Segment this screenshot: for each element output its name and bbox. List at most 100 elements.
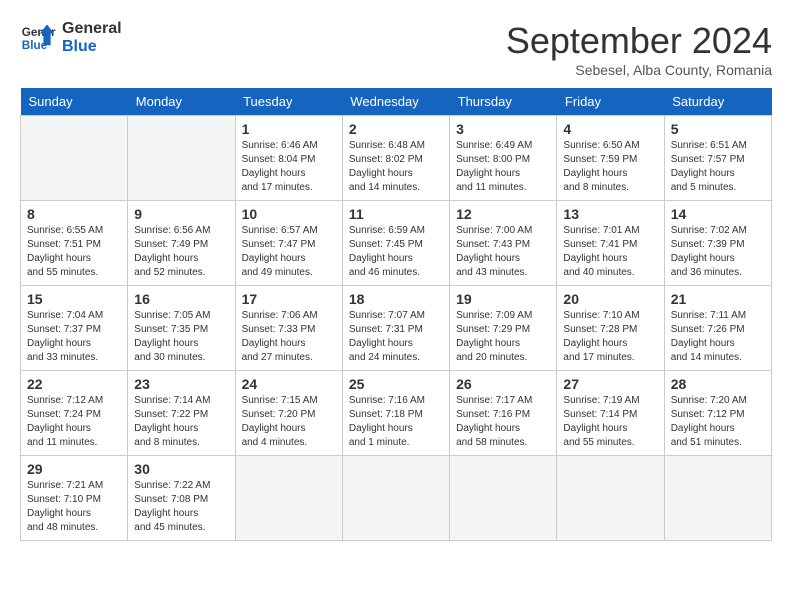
calendar-cell: 29Sunrise: 7:21 AMSunset: 7:10 PMDayligh… [21, 456, 128, 541]
day-number: 18 [349, 291, 443, 307]
day-info: Sunrise: 7:01 AMSunset: 7:41 PMDaylight … [563, 224, 657, 280]
calendar-cell: 1 Sunrise: 6:46 AMSunset: 8:04 PMDaylight… [235, 116, 342, 201]
page-header: General Blue General Blue September 2024… [20, 20, 772, 78]
weekday-header-thursday: Thursday [450, 88, 557, 116]
day-info: Sunrise: 7:16 AMSunset: 7:18 PMDaylight … [349, 394, 443, 450]
logo-icon: General Blue [20, 20, 56, 56]
calendar-week-2: 8Sunrise: 6:55 AMSunset: 7:51 PMDaylight… [21, 201, 772, 286]
day-info: Sunrise: 7:12 AMSunset: 7:24 PMDaylight … [27, 394, 121, 450]
calendar-cell: 24 Sunrise: 7:15 AMSunset: 7:20 PMDayligh… [235, 371, 342, 456]
day-number: 12 [456, 206, 550, 222]
day-number: 20 [563, 291, 657, 307]
calendar-cell: 30 Sunrise: 7:22 AMSunset: 7:08 PMDayligh… [128, 456, 235, 541]
day-info: Sunrise: 6:50 AMSunset: 7:59 PMDaylight … [563, 139, 657, 195]
calendar-week-4: 22 Sunrise: 7:12 AMSunset: 7:24 PMDayligh… [21, 371, 772, 456]
day-number: 9 [134, 206, 228, 222]
calendar-week-3: 15 Sunrise: 7:04 AMSunset: 7:37 PMDayligh… [21, 286, 772, 371]
calendar-title: September 2024 [506, 20, 772, 62]
day-info: Sunrise: 7:20 AMSunset: 7:12 PMDaylight … [671, 394, 765, 450]
day-info: Sunrise: 7:14 AMSunset: 7:22 PMDaylight … [134, 394, 228, 450]
day-number: 30 [134, 461, 228, 477]
calendar-cell [342, 456, 449, 541]
calendar-header: SundayMondayTuesdayWednesdayThursdayFrid… [21, 88, 772, 116]
logo-text-blue: Blue [62, 38, 122, 56]
day-info: Sunrise: 6:59 AMSunset: 7:45 PMDaylight … [349, 224, 443, 280]
day-number: 5 [671, 121, 765, 137]
day-info: Sunrise: 7:19 AMSunset: 7:14 PMDaylight … [563, 394, 657, 450]
day-number: 1 [242, 121, 336, 137]
logo: General Blue General Blue [20, 20, 122, 56]
calendar-cell: 28 Sunrise: 7:20 AMSunset: 7:12 PMDayligh… [664, 371, 771, 456]
weekday-header-wednesday: Wednesday [342, 88, 449, 116]
calendar-subtitle: Sebesel, Alba County, Romania [506, 62, 772, 78]
calendar-cell: 18 Sunrise: 7:07 AMSunset: 7:31 PMDayligh… [342, 286, 449, 371]
weekday-header-tuesday: Tuesday [235, 88, 342, 116]
calendar-cell: 21 Sunrise: 7:11 AMSunset: 7:26 PMDayligh… [664, 286, 771, 371]
calendar-cell: 9 Sunrise: 6:56 AMSunset: 7:49 PMDaylight… [128, 201, 235, 286]
calendar-cell [557, 456, 664, 541]
day-info: Sunrise: 6:55 AMSunset: 7:51 PMDaylight … [27, 224, 121, 280]
day-info: Sunrise: 7:11 AMSunset: 7:26 PMDaylight … [671, 309, 765, 365]
calendar-cell: 22 Sunrise: 7:12 AMSunset: 7:24 PMDayligh… [21, 371, 128, 456]
calendar-cell [664, 456, 771, 541]
calendar-cell: 16 Sunrise: 7:05 AMSunset: 7:35 PMDayligh… [128, 286, 235, 371]
day-info: Sunrise: 6:57 AMSunset: 7:47 PMDaylight … [242, 224, 336, 280]
calendar-cell [235, 456, 342, 541]
day-info: Sunrise: 7:17 AMSunset: 7:16 PMDaylight … [456, 394, 550, 450]
day-number: 21 [671, 291, 765, 307]
day-number: 24 [242, 376, 336, 392]
calendar-cell [21, 116, 128, 201]
day-number: 25 [349, 376, 443, 392]
calendar-cell: 17Sunrise: 7:06 AMSunset: 7:33 PMDayligh… [235, 286, 342, 371]
calendar-cell: 25 Sunrise: 7:16 AMSunset: 7:18 PMDayligh… [342, 371, 449, 456]
calendar-cell: 14 Sunrise: 7:02 AMSunset: 7:39 PMDayligh… [664, 201, 771, 286]
calendar-week-1: 1 Sunrise: 6:46 AMSunset: 8:04 PMDaylight… [21, 116, 772, 201]
day-info: Sunrise: 7:15 AMSunset: 7:20 PMDaylight … [242, 394, 336, 450]
day-number: 4 [563, 121, 657, 137]
calendar-cell: 19Sunrise: 7:09 AMSunset: 7:29 PMDayligh… [450, 286, 557, 371]
calendar-table: SundayMondayTuesdayWednesdayThursdayFrid… [20, 88, 772, 541]
calendar-cell: 27Sunrise: 7:19 AMSunset: 7:14 PMDayligh… [557, 371, 664, 456]
calendar-cell: 23 Sunrise: 7:14 AMSunset: 7:22 PMDayligh… [128, 371, 235, 456]
calendar-cell: 4 Sunrise: 6:50 AMSunset: 7:59 PMDaylight… [557, 116, 664, 201]
day-info: Sunrise: 7:07 AMSunset: 7:31 PMDaylight … [349, 309, 443, 365]
day-info: Sunrise: 7:06 AMSunset: 7:33 PMDaylight … [242, 309, 336, 365]
calendar-cell: 10Sunrise: 6:57 AMSunset: 7:47 PMDayligh… [235, 201, 342, 286]
calendar-cell: 8Sunrise: 6:55 AMSunset: 7:51 PMDaylight… [21, 201, 128, 286]
day-info: Sunrise: 7:02 AMSunset: 7:39 PMDaylight … [671, 224, 765, 280]
day-info: Sunrise: 6:48 AMSunset: 8:02 PMDaylight … [349, 139, 443, 195]
day-number: 19 [456, 291, 550, 307]
day-number: 2 [349, 121, 443, 137]
day-number: 3 [456, 121, 550, 137]
day-number: 16 [134, 291, 228, 307]
day-info: Sunrise: 7:10 AMSunset: 7:28 PMDaylight … [563, 309, 657, 365]
day-info: Sunrise: 6:49 AMSunset: 8:00 PMDaylight … [456, 139, 550, 195]
day-number: 26 [456, 376, 550, 392]
day-number: 14 [671, 206, 765, 222]
day-info: Sunrise: 7:04 AMSunset: 7:37 PMDaylight … [27, 309, 121, 365]
day-number: 11 [349, 206, 443, 222]
calendar-cell: 3 Sunrise: 6:49 AMSunset: 8:00 PMDaylight… [450, 116, 557, 201]
weekday-header-sunday: Sunday [21, 88, 128, 116]
day-number: 22 [27, 376, 121, 392]
day-info: Sunrise: 7:05 AMSunset: 7:35 PMDaylight … [134, 309, 228, 365]
day-number: 28 [671, 376, 765, 392]
weekday-header-saturday: Saturday [664, 88, 771, 116]
calendar-week-5: 29Sunrise: 7:21 AMSunset: 7:10 PMDayligh… [21, 456, 772, 541]
day-info: Sunrise: 6:56 AMSunset: 7:49 PMDaylight … [134, 224, 228, 280]
calendar-cell: 20 Sunrise: 7:10 AMSunset: 7:28 PMDayligh… [557, 286, 664, 371]
calendar-cell [450, 456, 557, 541]
calendar-cell: 13 Sunrise: 7:01 AMSunset: 7:41 PMDayligh… [557, 201, 664, 286]
calendar-cell: 26 Sunrise: 7:17 AMSunset: 7:16 PMDayligh… [450, 371, 557, 456]
day-number: 23 [134, 376, 228, 392]
day-info: Sunrise: 6:51 AMSunset: 7:57 PMDaylight … [671, 139, 765, 195]
day-info: Sunrise: 6:46 AMSunset: 8:04 PMDaylight … [242, 139, 336, 195]
day-info: Sunrise: 7:22 AMSunset: 7:08 PMDaylight … [134, 479, 228, 535]
calendar-cell: 12Sunrise: 7:00 AMSunset: 7:43 PMDayligh… [450, 201, 557, 286]
title-block: September 2024 Sebesel, Alba County, Rom… [506, 20, 772, 78]
day-number: 13 [563, 206, 657, 222]
calendar-cell: 11 Sunrise: 6:59 AMSunset: 7:45 PMDayligh… [342, 201, 449, 286]
calendar-cell: 5 Sunrise: 6:51 AMSunset: 7:57 PMDaylight… [664, 116, 771, 201]
logo-text-general: General [62, 20, 122, 38]
day-number: 15 [27, 291, 121, 307]
